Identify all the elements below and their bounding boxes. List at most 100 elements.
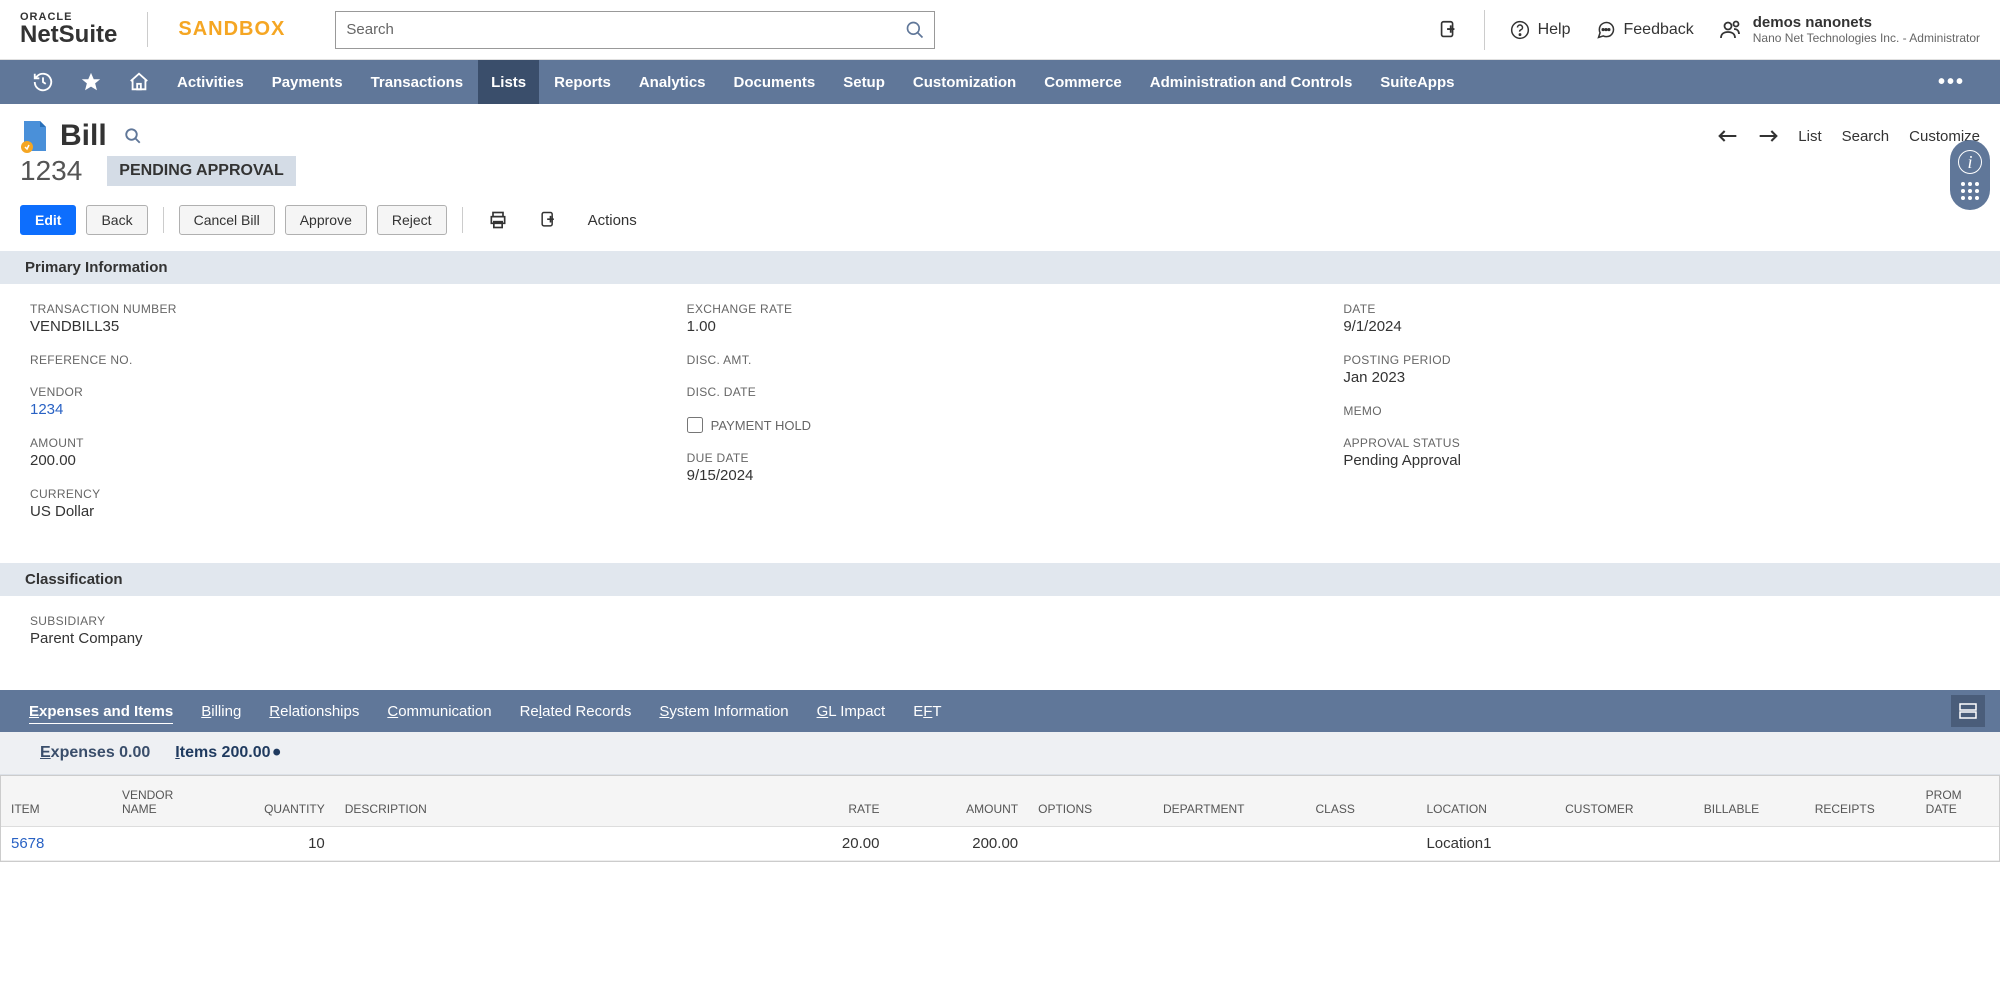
- nav-transactions[interactable]: Transactions: [358, 60, 477, 104]
- col-billable[interactable]: BILLABLE: [1694, 776, 1805, 827]
- col-receipts[interactable]: RECEIPTS: [1805, 776, 1916, 827]
- field-memo: MEMO: [1343, 404, 1970, 418]
- payment-hold-label: PAYMENT HOLD: [711, 418, 811, 433]
- header-right: Help Feedback demos nanonets Nano Net Te…: [1437, 10, 1980, 50]
- search-container: [335, 11, 935, 49]
- nav-customization[interactable]: Customization: [900, 60, 1029, 104]
- tab-billing[interactable]: Billing: [187, 693, 255, 730]
- nav-documents[interactable]: Documents: [721, 60, 829, 104]
- search-input[interactable]: [335, 11, 935, 49]
- nav-lists[interactable]: Lists: [478, 60, 539, 104]
- new-record-icon[interactable]: [528, 204, 568, 236]
- search-icon[interactable]: [905, 20, 925, 40]
- nav-more-icon[interactable]: •••: [1923, 61, 1980, 104]
- tab-related-records[interactable]: Related Records: [506, 693, 646, 730]
- cell-vendor-name: [112, 827, 223, 861]
- subtab-items[interactable]: Items 200.00•: [175, 744, 281, 762]
- cancel-bill-button[interactable]: Cancel Bill: [179, 205, 275, 235]
- cell-rate: 20.00: [779, 827, 890, 861]
- field-date: DATE 9/1/2024: [1343, 302, 1970, 335]
- actions-menu[interactable]: Actions: [578, 206, 647, 235]
- cell-description: [335, 827, 779, 861]
- field-vendor: VENDOR 1234: [30, 385, 657, 418]
- col-class[interactable]: CLASS: [1306, 776, 1417, 827]
- search-link[interactable]: Search: [1842, 128, 1890, 145]
- cell-item[interactable]: 5678: [1, 827, 112, 861]
- recent-icon[interactable]: [20, 61, 66, 103]
- button-row: Edit Back Cancel Bill Approve Reject Act…: [0, 192, 2000, 251]
- col-options[interactable]: OPTIONS: [1028, 776, 1153, 827]
- nav-setup[interactable]: Setup: [830, 60, 898, 104]
- button-divider: [462, 207, 463, 233]
- nav-commerce[interactable]: Commerce: [1031, 60, 1135, 104]
- field-exchange-rate: EXCHANGE RATE 1.00: [687, 302, 1314, 335]
- payment-hold-checkbox[interactable]: [687, 417, 703, 433]
- tab-system-information[interactable]: System Information: [645, 693, 802, 730]
- subtabs: Expenses 0.00 Items 200.00•: [0, 732, 2000, 775]
- main-nav: Activities Payments Transactions Lists R…: [0, 60, 2000, 104]
- col-item[interactable]: ITEM: [1, 776, 112, 827]
- col-customer[interactable]: CUSTOMER: [1555, 776, 1694, 827]
- col-rate[interactable]: RATE: [779, 776, 890, 827]
- nav-analytics[interactable]: Analytics: [626, 60, 719, 104]
- oracle-netsuite-logo[interactable]: ORACLE NetSuite: [20, 11, 117, 49]
- col-vendor-name[interactable]: VENDORNAME: [112, 776, 223, 827]
- back-button[interactable]: Back: [86, 205, 147, 235]
- title-search-icon[interactable]: [124, 127, 142, 145]
- help-link[interactable]: Help: [1510, 20, 1571, 40]
- users-icon: [1719, 18, 1743, 42]
- nav-payments[interactable]: Payments: [259, 60, 356, 104]
- table-row[interactable]: 5678 10 20.00 200.00 Location1: [1, 827, 1999, 861]
- tab-communication[interactable]: Communication: [373, 693, 505, 730]
- info-widget[interactable]: i: [1950, 140, 1990, 210]
- col-amount[interactable]: AMOUNT: [889, 776, 1028, 827]
- cell-prom-date: [1916, 827, 1999, 861]
- cell-amount: 200.00: [889, 827, 1028, 861]
- list-link[interactable]: List: [1798, 128, 1821, 145]
- nav-reports[interactable]: Reports: [541, 60, 624, 104]
- next-record-icon[interactable]: [1758, 129, 1778, 143]
- prev-record-icon[interactable]: [1718, 129, 1738, 143]
- favorites-icon[interactable]: [68, 61, 114, 103]
- subtab-expenses[interactable]: Expenses 0.00: [40, 744, 150, 762]
- nav-activities[interactable]: Activities: [164, 60, 257, 104]
- field-reference-no: REFERENCE NO.: [30, 353, 657, 367]
- field-due-date: DUE DATE 9/15/2024: [687, 451, 1314, 484]
- approve-button[interactable]: Approve: [285, 205, 367, 235]
- col-description[interactable]: DESCRIPTION: [335, 776, 779, 827]
- col-department[interactable]: DEPARTMENT: [1153, 776, 1306, 827]
- home-icon[interactable]: [116, 61, 162, 103]
- cell-options: [1028, 827, 1153, 861]
- col-location[interactable]: LOCATION: [1416, 776, 1555, 827]
- field-posting-period: POSTING PERIOD Jan 2023: [1343, 353, 1970, 386]
- primary-info-grid: TRANSACTION NUMBER VENDBILL35 REFERENCE …: [0, 284, 2000, 563]
- cell-receipts: [1805, 827, 1916, 861]
- feedback-label: Feedback: [1624, 21, 1694, 39]
- edit-button[interactable]: Edit: [20, 205, 76, 235]
- cell-department: [1153, 827, 1306, 861]
- col-prom-date[interactable]: PROMDATE: [1916, 776, 1999, 827]
- tab-relationships[interactable]: Relationships: [255, 693, 373, 730]
- quick-add-icon[interactable]: [1437, 19, 1459, 41]
- col-quantity[interactable]: QUANTITY: [223, 776, 335, 827]
- field-transaction-number: TRANSACTION NUMBER VENDBILL35: [30, 302, 657, 335]
- user-menu[interactable]: demos nanonets Nano Net Technologies Inc…: [1719, 14, 1980, 45]
- tabs-view-toggle-icon[interactable]: [1951, 695, 1985, 727]
- page-title: Bill: [60, 119, 107, 153]
- button-divider: [163, 207, 164, 233]
- user-name: demos nanonets: [1753, 14, 1980, 31]
- tab-expenses-items[interactable]: Expenses and Items: [15, 693, 187, 730]
- cell-quantity: 10: [223, 827, 335, 861]
- nav-administration[interactable]: Administration and Controls: [1137, 60, 1366, 104]
- field-amount: AMOUNT 200.00: [30, 436, 657, 469]
- field-disc-amt: DISC. AMT.: [687, 353, 1314, 367]
- tab-eft[interactable]: EFT: [899, 693, 955, 730]
- feedback-link[interactable]: Feedback: [1596, 20, 1694, 40]
- print-icon[interactable]: [478, 204, 518, 236]
- reject-button[interactable]: Reject: [377, 205, 447, 235]
- tab-gl-impact[interactable]: GL Impact: [803, 693, 900, 730]
- nav-suiteapps[interactable]: SuiteApps: [1367, 60, 1467, 104]
- vendor-link[interactable]: 1234: [30, 401, 657, 418]
- primary-info-header: Primary Information: [0, 251, 2000, 284]
- tabs-bar: Expenses and Items Billing Relationships…: [0, 690, 2000, 732]
